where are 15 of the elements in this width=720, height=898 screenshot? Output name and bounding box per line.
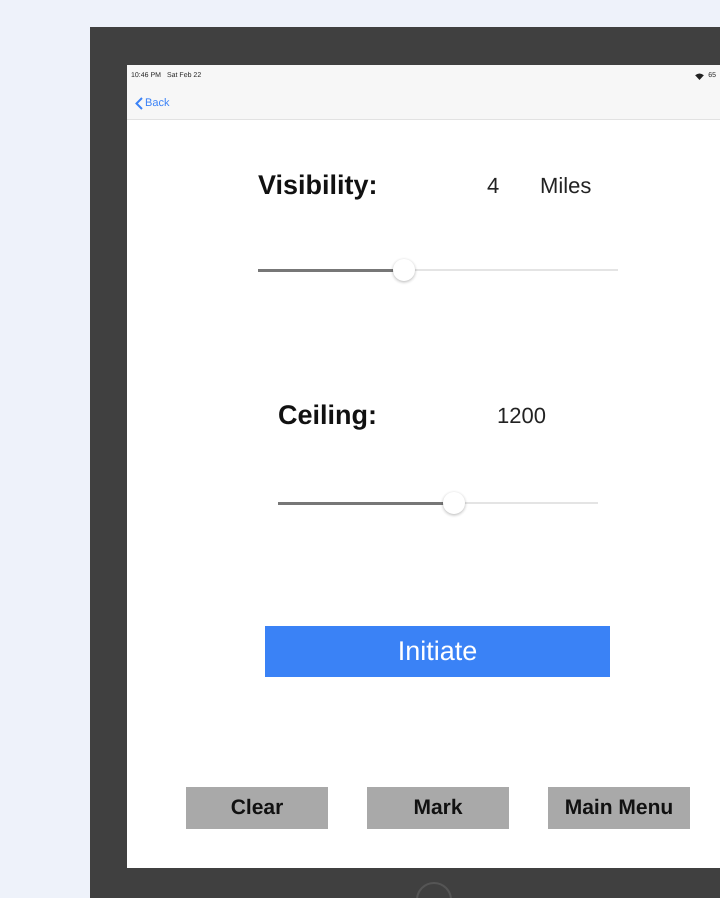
action-button[interactable]: Mark [367,787,509,829]
slider-thumb[interactable] [392,259,415,281]
unit-label: Miles [540,172,592,200]
slider-value: 1200 [497,402,547,430]
slider-track[interactable] [278,492,598,514]
slider-value: 4 [487,172,500,200]
slider-track[interactable] [258,259,618,281]
slider-thumb[interactable] [443,492,465,514]
slider-label: Ceiling: [278,398,378,432]
slider-label: Visibility: [258,168,379,202]
action-button[interactable]: Clear [186,787,328,829]
chevron-left-icon [135,96,143,110]
initiate-button[interactable]: Initiate [265,626,610,677]
action-button[interactable]: Main Menu [548,787,690,829]
wifi-icon [695,72,704,80]
